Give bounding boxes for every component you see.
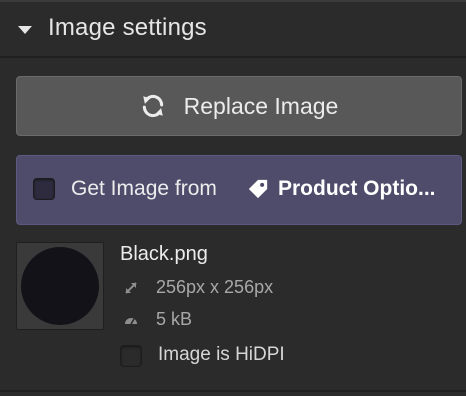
get-image-from-label: Get Image from [71, 177, 217, 200]
bottom-divider [0, 390, 466, 392]
hidpi-label[interactable]: Image is HiDPI [158, 344, 285, 366]
section-header[interactable]: Image settings [0, 0, 466, 58]
resize-arrows-icon [125, 281, 137, 294]
caret-down-icon[interactable] [18, 26, 32, 34]
thumbnail-preview [21, 247, 99, 325]
tag-icon [248, 179, 268, 199]
image-thumbnail [16, 242, 104, 330]
get-image-from-checkbox[interactable] [33, 178, 55, 200]
image-settings-panel: Image settings Replace Image Get Image f… [0, 0, 466, 396]
hidpi-checkbox[interactable] [120, 345, 142, 367]
gauge-icon [125, 317, 137, 324]
section-title: Image settings [48, 14, 207, 41]
image-dimensions: 256px x 256px [156, 277, 274, 297]
replace-image-button[interactable]: Replace Image [16, 76, 462, 136]
file-size: 5 kB [156, 309, 193, 329]
source-collection-name[interactable]: Product Optio... [278, 177, 436, 201]
image-dimensions-row: 256px x 256px [124, 277, 273, 298]
replace-image-label: Replace Image [183, 92, 339, 119]
file-size-row: 5 kB [124, 309, 192, 330]
refresh-icon [142, 94, 163, 118]
file-name: Black.png [120, 243, 208, 265]
dynamic-image-source[interactable]: Get Image from Product Optio... [16, 155, 462, 225]
